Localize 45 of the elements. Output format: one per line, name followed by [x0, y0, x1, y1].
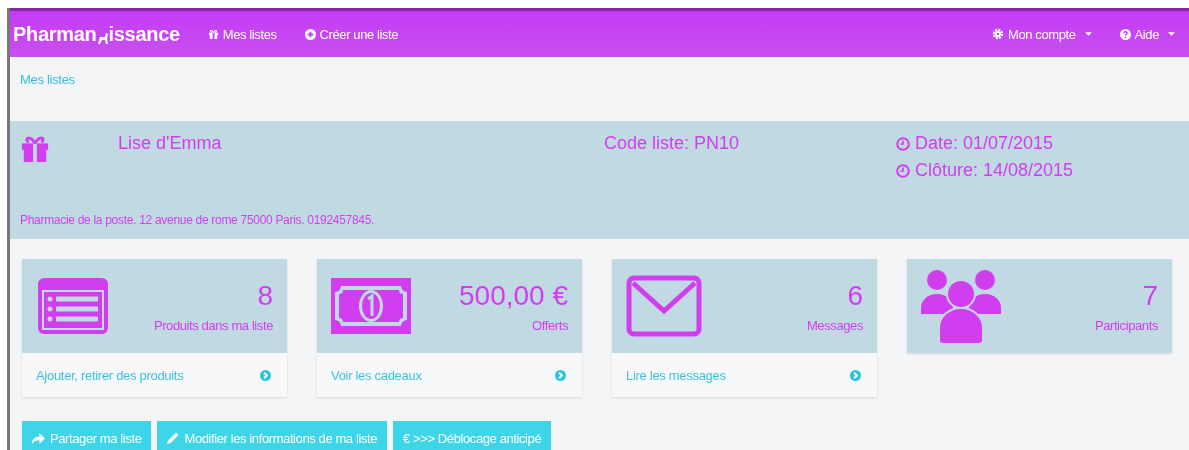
gift-icon: [207, 28, 219, 40]
plus-icon: [304, 28, 316, 40]
stat-label: Produits dans ma liste: [153, 317, 273, 333]
action-button[interactable]: Partager ma liste: [22, 421, 152, 450]
settings-icon: [992, 28, 1005, 40]
clock-icon: [896, 136, 910, 151]
closing-date: Clôture: 14/08/2015: [915, 160, 1074, 181]
caret-icon: [1084, 32, 1092, 36]
list-code: Code liste: PN10: [604, 133, 741, 154]
clock-icon: [896, 163, 910, 178]
help-icon: [1119, 28, 1131, 40]
share-icon: [32, 432, 45, 444]
gift-icon: [20, 135, 50, 163]
list-date: Date: 01/07/2015: [915, 133, 1054, 154]
arrow-right-icon: [260, 369, 271, 381]
menu-dropdown[interactable]: Aide: [1119, 26, 1175, 42]
stat-value: 6: [847, 279, 863, 312]
breadcrumb-link[interactable]: Mes listes: [20, 71, 75, 87]
pharmacy-address: Pharmacie de la poste. 12 avenue de rome 75000 Paris. 0192457845.: [20, 213, 376, 227]
stat-label: Offerts: [532, 317, 568, 333]
nav-link[interactable]: Créer une liste: [304, 26, 399, 42]
action-button[interactable]: € >>> Déblocage anticipé: [393, 421, 552, 450]
list-name: Lise d'Emma: [118, 133, 223, 154]
banknote-icon: [331, 278, 411, 334]
envelope-icon: [626, 275, 702, 337]
brand-name[interactable]: Pharman: [13, 22, 97, 46]
stat-label: Participants: [1094, 317, 1158, 333]
logo-icon: [96, 30, 109, 45]
brand-name[interactable]: issance: [108, 22, 180, 46]
card-link[interactable]: Lire les messages: [612, 353, 877, 397]
nav-link[interactable]: Mes listes: [207, 26, 277, 42]
caret-icon: [1168, 32, 1175, 36]
stat-value: 500,00 €: [459, 279, 568, 312]
arrow-right-icon: [850, 369, 861, 381]
card-link[interactable]: Ajouter, retirer des produits: [22, 353, 287, 397]
list-icon: [36, 276, 110, 336]
arrow-right-icon: [555, 369, 566, 381]
pencil-icon: [167, 432, 180, 444]
action-button[interactable]: Modifier les informations de ma liste: [157, 421, 388, 450]
stat-value: 8: [257, 279, 273, 312]
card-link[interactable]: Voir les cadeaux: [317, 353, 582, 397]
people-icon: [921, 268, 1001, 344]
menu-dropdown[interactable]: Mon compte: [992, 26, 1092, 42]
stat-label: Messages: [806, 317, 863, 333]
stat-value: 7: [1142, 279, 1158, 312]
